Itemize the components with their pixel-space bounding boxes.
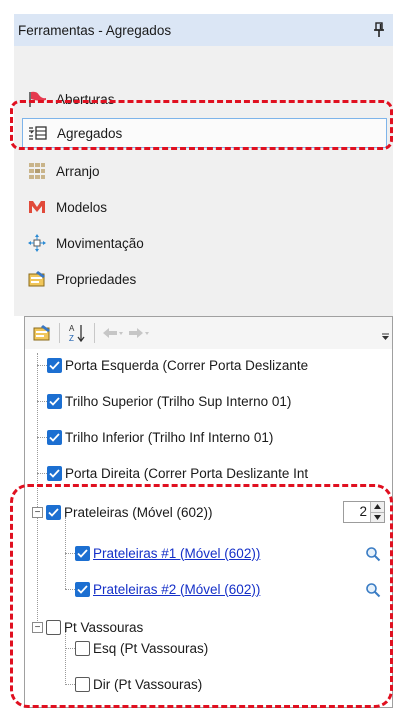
stepper-down-icon[interactable] [371, 511, 384, 522]
tree-connector [37, 353, 38, 509]
stepper-value[interactable]: 2 [344, 502, 370, 522]
tree-connector [37, 473, 47, 474]
sort-az-icon[interactable]: A Z [66, 322, 88, 344]
grid-icon [26, 160, 48, 182]
checkbox-checked[interactable] [47, 393, 62, 409]
tree-connector [37, 401, 47, 402]
svg-text:A: A [69, 324, 75, 333]
quantity-stepper[interactable]: 2 [343, 501, 385, 523]
nav-item-label: Modelos [56, 199, 108, 215]
tool-nav: Aberturas Agregados Arranjo Modelos Movi… [14, 46, 393, 316]
nav-item-aberturas[interactable]: Aberturas [22, 84, 387, 114]
tree-item-prateleiras-1[interactable]: Prateleiras #1 (Móvel (602)) [75, 540, 260, 566]
tree-connector [37, 437, 47, 438]
overflow-icon[interactable] [380, 331, 390, 341]
model-m-icon [26, 196, 48, 218]
toolbar-separator [94, 323, 95, 343]
svg-text:Z: Z [69, 334, 74, 343]
nav-item-label: Agregados [57, 125, 123, 141]
tree-item-label: Prateleiras (Móvel (602)) [64, 504, 213, 520]
panel-title: Ferramentas - Agregados [18, 22, 172, 38]
tree-item-label: Trilho Inferior (Trilho Inf Interno 01) [65, 429, 274, 445]
panel-titlebar: Ferramentas - Agregados [14, 14, 393, 46]
checkbox-unchecked[interactable] [75, 676, 90, 692]
checkbox-unchecked[interactable] [75, 640, 90, 656]
checkbox-checked[interactable] [75, 545, 90, 561]
nav-item-propriedades[interactable]: Propriedades [22, 264, 387, 294]
toolbar-separator [59, 323, 60, 343]
nav-item-movimentacao[interactable]: Movimentação [22, 228, 387, 258]
stepper-up-icon[interactable] [371, 502, 384, 512]
tree-connector [65, 648, 75, 649]
tree-item-trilho-superior[interactable]: Trilho Superior (Trilho Sup Interno 01) [47, 388, 291, 414]
checkbox-checked[interactable] [47, 429, 62, 445]
nav-item-label: Arranjo [56, 163, 100, 179]
tree-item-link[interactable]: Prateleiras #1 (Móvel (602)) [93, 546, 260, 561]
checkbox-checked[interactable] [75, 581, 90, 597]
nav-item-label: Aberturas [56, 91, 115, 107]
tree-item-label: Pt Vassouras [64, 619, 144, 635]
aggregates-tree-panel: A Z Porta Esquerda (Correr Porta Desliza… [24, 316, 393, 708]
checkbox-checked[interactable] [46, 504, 61, 520]
tree-connector [37, 515, 38, 627]
back-icon [101, 322, 123, 344]
tree-item-esq[interactable]: Esq (Pt Vassouras) [75, 635, 208, 661]
tree-item-link[interactable]: Prateleiras #2 (Móvel (602)) [93, 582, 260, 597]
checkbox-checked[interactable] [47, 465, 62, 481]
tree-item-label: Dir (Pt Vassouras) [93, 676, 203, 692]
aggregate-icon [27, 122, 49, 144]
tree-item-porta-esquerda[interactable]: Porta Esquerda (Correr Porta Deslizante [47, 352, 308, 378]
tool-panel: Ferramentas - Agregados Aberturas Agrega… [14, 14, 393, 708]
nav-item-agregados[interactable]: Agregados [22, 118, 387, 148]
tree-toolbar: A Z [25, 317, 392, 349]
tree-item-dir[interactable]: Dir (Pt Vassouras) [75, 671, 202, 697]
properties-icon [26, 268, 48, 290]
tree-item-trilho-inferior[interactable]: Trilho Inferior (Trilho Inf Interno 01) [47, 424, 273, 450]
move-icon [26, 232, 48, 254]
collapse-expander[interactable]: − [32, 506, 43, 518]
tree-item-porta-direita[interactable]: Porta Direita (Correr Porta Deslizante I… [47, 460, 308, 486]
tree-item-prateleiras[interactable]: − Prateleiras (Móvel (602)) [32, 499, 213, 525]
pin-icon[interactable] [373, 22, 385, 38]
nav-item-arranjo[interactable]: Arranjo [22, 156, 387, 186]
magnify-icon[interactable] [365, 582, 381, 598]
checkbox-unchecked[interactable] [46, 619, 61, 635]
forward-icon [129, 322, 151, 344]
stepper-arrows [370, 502, 384, 522]
nav-item-label: Movimentação [56, 235, 144, 251]
tree-item-label: Porta Direita (Correr Porta Deslizante I… [65, 465, 309, 481]
tree-connector [37, 365, 47, 366]
tree-item-label: Porta Esquerda (Correr Porta Deslizante [65, 357, 309, 373]
tree-connector [65, 553, 75, 554]
tree-connector [65, 589, 75, 590]
properties-icon[interactable] [31, 322, 53, 344]
nav-item-label: Propriedades [56, 271, 137, 287]
checkbox-checked[interactable] [47, 357, 62, 373]
collapse-expander[interactable]: − [32, 621, 43, 633]
magnify-icon[interactable] [365, 546, 381, 562]
flag-icon [26, 88, 48, 110]
tree-item-label: Trilho Superior (Trilho Sup Interno 01) [65, 393, 292, 409]
tree-connector [65, 684, 75, 685]
tree-item-label: Esq (Pt Vassouras) [93, 640, 209, 656]
tree-item-prateleiras-2[interactable]: Prateleiras #2 (Móvel (602)) [75, 576, 260, 602]
nav-item-modelos[interactable]: Modelos [22, 192, 387, 222]
